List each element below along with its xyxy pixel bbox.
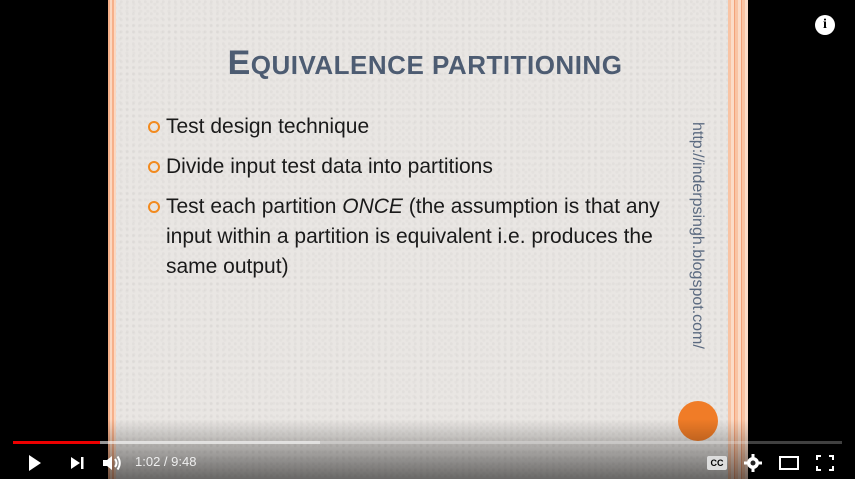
- slide-border-left: [108, 0, 116, 479]
- slide-title: Equivalence partitioning: [160, 44, 690, 83]
- theater-mode-button[interactable]: [778, 452, 800, 474]
- next-icon: [71, 457, 84, 469]
- bullet-text: Test design technique: [166, 115, 370, 138]
- settings-button[interactable]: [742, 452, 764, 474]
- volume-button[interactable]: [100, 452, 124, 474]
- fullscreen-icon: [816, 455, 834, 471]
- progress-bar[interactable]: [13, 441, 842, 444]
- bullet-icon: [148, 201, 160, 213]
- bullet-text-before: Test each partition: [166, 195, 343, 218]
- bullet-text: Divide input test data into partitions: [166, 155, 493, 178]
- progress-played: [13, 441, 100, 444]
- gear-icon: [744, 454, 762, 472]
- bullet-list: Test design technique Divide input test …: [146, 112, 676, 292]
- captions-button[interactable]: CC: [706, 452, 728, 474]
- slide-title-initial: E: [227, 44, 251, 82]
- slide-border-right: [728, 0, 748, 479]
- cc-icon: CC: [707, 456, 727, 470]
- bullet-item: Test design technique: [146, 112, 676, 142]
- time-display: 1:02 / 9:48: [135, 454, 197, 469]
- volume-icon: [103, 455, 121, 471]
- bullet-icon: [148, 121, 160, 133]
- next-button[interactable]: [66, 452, 88, 474]
- play-button[interactable]: [24, 452, 46, 474]
- fullscreen-button[interactable]: [814, 452, 836, 474]
- bullet-item: Test each partition ONCE (the assumption…: [146, 192, 676, 282]
- video-player[interactable]: Equivalence partitioning Test design tec…: [0, 0, 855, 479]
- slide-title-rest: quivalence partitioning: [250, 50, 623, 80]
- theater-mode-icon: [779, 456, 799, 470]
- bullet-icon: [148, 161, 160, 173]
- bullet-emphasis: ONCE: [342, 195, 403, 218]
- info-icon[interactable]: i: [815, 15, 835, 35]
- side-url: http://inderpsingh.blogspot.com/: [689, 122, 706, 349]
- bullet-item: Divide input test data into partitions: [146, 152, 676, 182]
- play-icon: [29, 455, 41, 471]
